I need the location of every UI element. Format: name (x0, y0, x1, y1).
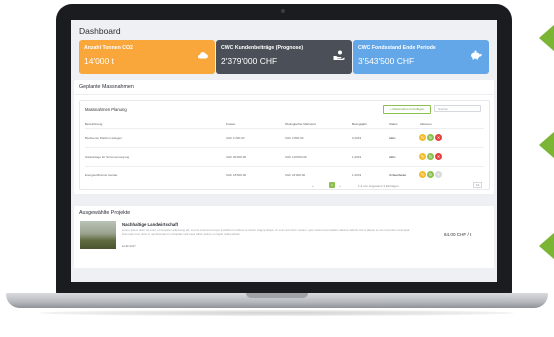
edit-icon[interactable]: ✎ (419, 171, 426, 178)
cloud-icon (197, 52, 208, 59)
divider (85, 166, 484, 167)
card-label: CWC Fondsstand Ende Periode (358, 45, 436, 51)
column-header[interactable]: Status (389, 122, 398, 126)
pager-prev[interactable]: « (312, 184, 314, 188)
refresh-icon[interactable]: ↻ (427, 171, 434, 178)
delete-icon[interactable]: ✕ (435, 153, 442, 160)
divider (74, 94, 494, 95)
section-title: Geplante Massnahmen (79, 84, 134, 90)
cell-year: 1,2019 (352, 155, 362, 159)
edit-icon[interactable]: ✎ (419, 134, 426, 141)
column-header[interactable]: Kosten (226, 122, 235, 126)
project-image[interactable] (80, 221, 116, 249)
card-fund[interactable]: CWC Fondsstand Ende Periode 3'543'500 CH… (353, 40, 489, 74)
search-input[interactable]: Suchen (434, 105, 481, 112)
add-measure-button[interactable]: + Massnahme hinzufügen (383, 105, 431, 114)
cell-cost: CHF 1'200.00 (226, 136, 245, 140)
cell-year: 0,2019 (352, 136, 362, 140)
cell-cost: CHF 90'000.00 (226, 155, 247, 159)
project-meta-text: HR-2017 (124, 244, 136, 248)
table-title: Massnahmen Planung (85, 107, 127, 112)
decorative-arrow-icon (539, 131, 554, 159)
delete-icon[interactable]: ✕ (435, 171, 442, 178)
cell-value: CHF 110'000.00 (285, 155, 307, 159)
per-page-select[interactable]: 10 (473, 182, 483, 188)
cell-year: 1,2019 (352, 173, 362, 177)
cell-value: CHF 22'000.00 (285, 173, 306, 177)
section-title: Ausgewählte Projekte (79, 210, 131, 216)
decorative-arrow-icon (539, 24, 554, 52)
camera-icon (281, 9, 285, 13)
card-value: 14'000 t (84, 56, 114, 66)
laptop-shadow (40, 310, 514, 316)
project-title[interactable]: Nachhaltige Landwirtschaft (122, 222, 178, 227)
edit-icon[interactable]: ✎ (419, 153, 426, 160)
card-label: CWC Kundenbeiträge (Prognose) (221, 45, 304, 51)
projects-panel: Ausgewählte Projekte Nachhaltige Landwir… (74, 206, 494, 268)
column-header[interactable]: Ökologischer Mehrwert (285, 122, 316, 126)
planned-measures-panel: Geplante Massnahmen Massnahmen Planung +… (74, 80, 494, 194)
decorative-arrow-icon (539, 232, 554, 260)
piggy-bank-icon (471, 50, 482, 60)
project-description: Lorem ipsum dolor sit amet, consectetur … (122, 229, 411, 236)
hand-coin-icon (333, 50, 345, 60)
delete-icon[interactable]: ✕ (435, 134, 442, 141)
cell-status: Aktiv (389, 155, 396, 159)
card-co2[interactable]: Anzahl Tonnen CO2 14'000 t (79, 40, 215, 74)
pager-next[interactable]: » (339, 184, 341, 188)
project-meta: ● HR-2017 (122, 244, 136, 248)
planning-table-card: Massnahmen Planung + Massnahme hinzufüge… (79, 100, 490, 190)
cell-cost: CHF 18'000.00 (226, 173, 247, 177)
cell-name: Energieeffiziente Geräte (85, 173, 118, 177)
cell-status: Unbearbeitet (389, 173, 407, 177)
cell-name: Solaranlage für Stromversorgung (85, 155, 130, 159)
card-label: Anzahl Tonnen CO2 (84, 45, 133, 51)
project-price: 64.00 CHF / t (444, 232, 472, 237)
pager-page[interactable]: 1 (329, 182, 335, 188)
divider (85, 128, 484, 129)
card-contributions[interactable]: CWC Kundenbeiträge (Prognose) 2'379'000 … (216, 40, 352, 74)
card-value: 3'543'500 CHF (358, 56, 415, 66)
column-header: Aktionen (420, 122, 432, 126)
card-value: 2'379'000 CHF (221, 56, 278, 66)
refresh-icon[interactable]: ↻ (427, 153, 434, 160)
app-screen: Dashboard Anzahl Tonnen CO2 14'000 t CWC… (71, 20, 497, 282)
column-header[interactable]: Bezugsjahr (352, 122, 367, 126)
cell-value: CHF 1'800.00 (285, 136, 304, 140)
column-header[interactable]: Bezeichnung (85, 122, 102, 126)
refresh-icon[interactable]: ↻ (427, 134, 434, 141)
cell-status: Aktiv (389, 136, 396, 140)
divider (85, 147, 484, 148)
cell-name: Biodiverse Flächen anlegen (85, 136, 123, 140)
laptop-notch (246, 293, 308, 298)
pager-info: 1-3 von insgesamt 3 Einträgen (358, 184, 399, 188)
page-title: Dashboard (79, 26, 121, 36)
